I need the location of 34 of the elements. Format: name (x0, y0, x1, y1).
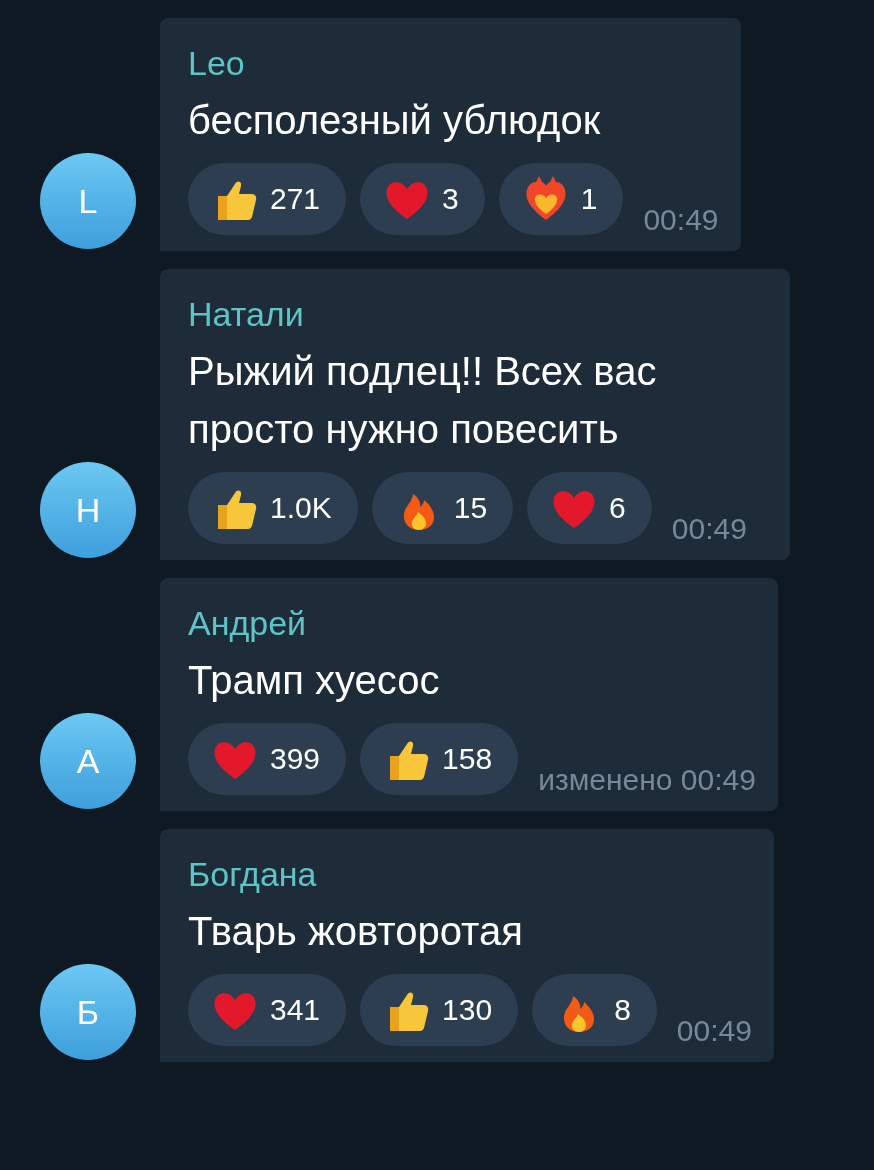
reaction-chip[interactable]: 130 (360, 974, 519, 1046)
reaction-chip[interactable]: 3 (360, 163, 485, 235)
message-time: изменено 00:49 (538, 763, 756, 797)
message-time: 00:49 (676, 1014, 752, 1048)
reaction-chip[interactable]: 1.0K (188, 472, 358, 544)
reaction-count: 130 (442, 993, 493, 1027)
author-name[interactable]: Leo (188, 44, 719, 83)
reaction-chip[interactable]: 8 (532, 974, 657, 1046)
reaction-count: 1 (580, 182, 598, 216)
reaction-count: 3 (442, 182, 459, 216)
message-text: Рыжий подлец!! Всех вас просто нужно повесить (188, 348, 658, 453)
reaction-chip[interactable]: 158 (360, 723, 519, 795)
reaction-count: 6 (609, 491, 626, 525)
author-name[interactable]: Андрей (188, 604, 756, 643)
author-name[interactable]: Натали (188, 295, 768, 334)
reaction-count: 1.0K (270, 491, 332, 525)
author-name[interactable]: Богдана (188, 855, 752, 894)
reaction-count: 15 (453, 491, 488, 525)
message-text: Трамп хуесос (188, 657, 441, 704)
reaction-count: 399 (270, 742, 321, 776)
message-text: Тварь жовторотая (188, 908, 524, 955)
reaction-count: 341 (270, 993, 321, 1027)
reaction-chip[interactable]: 6 (527, 472, 652, 544)
reaction-chip[interactable]: 341 (188, 974, 347, 1046)
reaction-count: 8 (614, 993, 631, 1027)
reaction-chip[interactable]: 1 (498, 163, 624, 235)
message-time: 00:49 (671, 512, 747, 546)
reaction-count: 271 (270, 182, 321, 216)
reaction-chip[interactable]: 15 (371, 472, 514, 544)
reaction-chip[interactable]: 399 (188, 723, 347, 795)
message-time: 00:49 (643, 203, 719, 237)
message-text: бесполезный ублюдок (188, 97, 602, 144)
reaction-chip[interactable]: 271 (188, 163, 347, 235)
reaction-count: 158 (442, 742, 493, 776)
